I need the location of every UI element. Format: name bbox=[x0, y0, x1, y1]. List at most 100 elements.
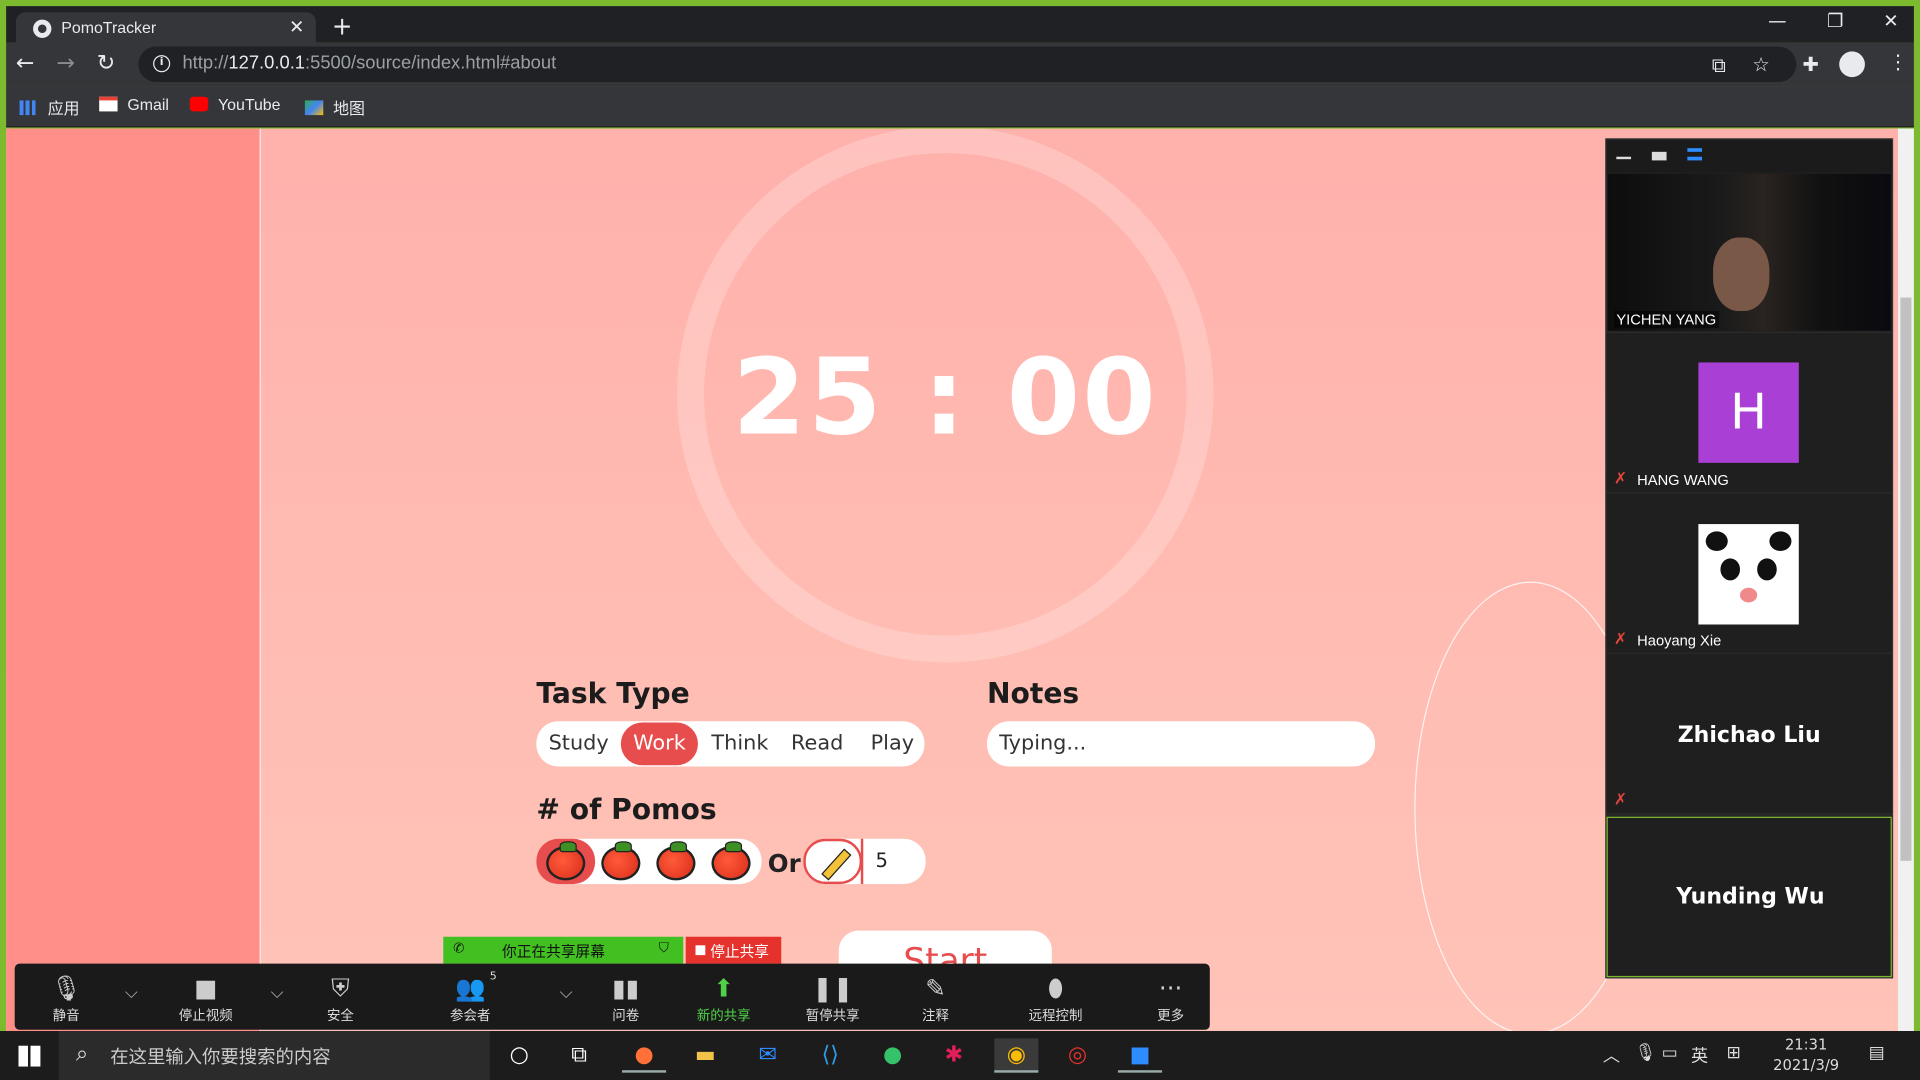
pause-icon: ❚❚ bbox=[812, 973, 854, 1003]
bookmark-star-icon[interactable]: ☆ bbox=[1752, 53, 1770, 76]
minimize-icon[interactable]: — bbox=[1768, 10, 1786, 32]
translate-icon[interactable]: ⧉ bbox=[1712, 54, 1726, 78]
more-button[interactable]: ··· 更多 bbox=[1122, 971, 1220, 1025]
zoom-app-icon[interactable]: ■ bbox=[1117, 1038, 1163, 1073]
mail-icon[interactable]: ✉ bbox=[746, 1038, 790, 1072]
taskbar-search[interactable]: ⌕ 在这里输入你要搜索的内容 bbox=[58, 1031, 490, 1080]
bookmark-label: YouTube bbox=[217, 95, 281, 114]
task-type-think[interactable]: Think bbox=[711, 731, 768, 755]
task-type-work[interactable]: Work bbox=[620, 722, 699, 766]
stop-video-button[interactable]: ■ 停止视频 bbox=[157, 971, 255, 1025]
pencil-icon[interactable] bbox=[803, 838, 863, 885]
chrome-icon[interactable]: ◉ bbox=[994, 1038, 1039, 1073]
windows-start-icon[interactable] bbox=[18, 1045, 41, 1067]
annotate-button[interactable]: ✎ 注释 bbox=[887, 971, 985, 1025]
vscode-icon[interactable]: ⟨⟩ bbox=[808, 1038, 852, 1072]
firefox-icon[interactable]: ● bbox=[622, 1038, 667, 1073]
apps-grid-icon bbox=[19, 100, 38, 116]
participants-button[interactable]: 👥 参会者 bbox=[421, 971, 519, 1025]
task-type-play[interactable]: Play bbox=[871, 731, 914, 755]
task-type-read[interactable]: Read bbox=[791, 731, 843, 755]
participant-tile[interactable]: Zhichao Liu ✗ bbox=[1606, 653, 1892, 815]
new-tab-icon[interactable]: + bbox=[332, 11, 353, 40]
windows-taskbar: ⌕ 在这里输入你要搜索的内容 ○ ⧉ ● ▬ ✉ ⟨⟩ ● ✱ ◉ ◎ ■ ︿ … bbox=[0, 1031, 1920, 1080]
page-scrollbar[interactable] bbox=[1897, 128, 1914, 1032]
profile-avatar-icon[interactable] bbox=[1839, 51, 1865, 78]
back-icon[interactable]: ← bbox=[16, 50, 34, 76]
speaker-view-icon[interactable] bbox=[1651, 151, 1667, 161]
new-share-button[interactable]: ⬆ 新的共享 bbox=[675, 971, 773, 1025]
pause-share-button[interactable]: ❚❚ 暂停共享 bbox=[784, 971, 882, 1025]
notification-center-icon[interactable]: ▤ bbox=[1869, 1043, 1885, 1063]
gallery-view-icon[interactable] bbox=[1687, 148, 1703, 161]
ime-mode-icon[interactable]: ⊞ bbox=[1727, 1043, 1741, 1063]
face-silhouette bbox=[1713, 237, 1770, 312]
polling-button[interactable]: ▮▮ 问卷 bbox=[577, 971, 675, 1025]
task-type-study[interactable]: Study bbox=[549, 731, 609, 755]
bookmark-youtube[interactable]: YouTube bbox=[189, 95, 281, 114]
divider bbox=[860, 838, 864, 885]
scrollbar-thumb[interactable] bbox=[1900, 297, 1912, 861]
bookmark-label: 地图 bbox=[333, 99, 365, 118]
sharing-notice-text: 你正在共享屏幕 bbox=[502, 942, 605, 961]
security-button[interactable]: ⛨ 安全 bbox=[291, 971, 389, 1025]
chevron-down-icon[interactable]: ⌵ bbox=[125, 983, 138, 1003]
task-view-icon[interactable]: ⧉ bbox=[557, 1038, 601, 1072]
bookmark-maps[interactable]: 地图 bbox=[304, 96, 365, 119]
participant-name: Yunding Wu bbox=[1676, 884, 1825, 910]
address-bar[interactable]: i http://127.0.0.1:5500/source/index.htm… bbox=[138, 46, 1797, 83]
stop-share-button[interactable]: 停止共享 bbox=[685, 936, 782, 964]
browser-tab[interactable]: PomoTracker ✕ bbox=[15, 12, 316, 46]
tray-microphone-icon[interactable]: 🎙 bbox=[1635, 1043, 1657, 1063]
bookmark-gmail[interactable]: Gmail bbox=[99, 96, 169, 114]
tab-close-icon[interactable]: ✕ bbox=[289, 16, 304, 38]
window-close-icon[interactable]: ✕ bbox=[1883, 10, 1898, 32]
stop-share-label: 停止共享 bbox=[710, 942, 770, 961]
netease-music-icon[interactable]: ◎ bbox=[1056, 1038, 1100, 1072]
wechat-icon[interactable]: ● bbox=[871, 1038, 915, 1072]
tray-expand-icon[interactable]: ︿ bbox=[1603, 1043, 1620, 1067]
panel-header bbox=[1606, 139, 1892, 173]
notes-placeholder: Typing... bbox=[999, 731, 1087, 756]
network-icon[interactable]: ▭ bbox=[1662, 1043, 1678, 1063]
forward-icon[interactable]: → bbox=[56, 50, 74, 76]
search-placeholder: 在这里输入你要搜索的内容 bbox=[110, 1045, 331, 1068]
tomato-icon[interactable] bbox=[601, 841, 641, 881]
remote-control-button[interactable]: ⬮ 远程控制 bbox=[1007, 971, 1105, 1025]
tomato-icon[interactable] bbox=[711, 841, 751, 881]
chevron-down-icon[interactable]: ⌵ bbox=[560, 983, 573, 1003]
bookmark-apps[interactable]: 应用 bbox=[19, 96, 80, 119]
taskbar-clock[interactable]: 21:31 2021/3/9 bbox=[1763, 1035, 1849, 1077]
maps-icon bbox=[304, 100, 324, 116]
participant-tile[interactable]: YICHEN YANG bbox=[1606, 172, 1892, 334]
shield-icon: ⛨ bbox=[331, 973, 350, 1003]
reload-icon[interactable]: ↻ bbox=[97, 50, 115, 76]
notes-input[interactable]: Typing... bbox=[986, 721, 1376, 767]
minimize-panel-icon[interactable] bbox=[1616, 156, 1632, 160]
tomato-icon[interactable] bbox=[546, 841, 586, 881]
participant-name: HANG WANG bbox=[1637, 471, 1729, 489]
url-text[interactable]: http://127.0.0.1:5500/source/index.html#… bbox=[182, 53, 556, 74]
restore-icon[interactable]: ❐ bbox=[1827, 10, 1843, 32]
task-type-selector: Study Work Think Read Play bbox=[536, 721, 925, 767]
participant-avatar: H bbox=[1698, 362, 1799, 463]
custom-pomos-value[interactable]: 5 bbox=[876, 849, 888, 872]
extensions-icon[interactable]: ✚ bbox=[1802, 53, 1818, 76]
site-info-icon[interactable]: i bbox=[153, 55, 171, 73]
muted-mic-icon: ✗ bbox=[1613, 470, 1628, 489]
left-sidebar bbox=[6, 128, 261, 1032]
mute-button[interactable]: 🎙 静音 bbox=[17, 971, 115, 1025]
poll-icon: ▮▮ bbox=[612, 973, 640, 1003]
slack-icon[interactable]: ✱ bbox=[932, 1038, 976, 1072]
zoom-meeting-toolbar: 🎙 静音 ⌵ ■ 停止视频 ⌵ ⛨ 安全 👥 参会者 ⌵ ▮▮ 问卷 ⬆ 新的共享 ❚❚ 暂停… bbox=[14, 963, 1210, 1030]
participant-tile[interactable]: ✗ Haoyang Xie bbox=[1606, 493, 1892, 654]
menu-kebab-icon[interactable]: ⋮ bbox=[1888, 50, 1908, 73]
participant-tile-active-speaker[interactable]: Yunding Wu bbox=[1606, 816, 1892, 978]
ime-indicator[interactable]: 英 bbox=[1691, 1043, 1708, 1067]
participant-name: YICHEN YANG bbox=[1613, 311, 1719, 329]
participant-tile[interactable]: H ✗ HANG WANG bbox=[1606, 333, 1892, 494]
tomato-icon[interactable] bbox=[656, 841, 696, 881]
file-explorer-icon[interactable]: ▬ bbox=[683, 1038, 727, 1072]
cortana-icon[interactable]: ○ bbox=[497, 1038, 541, 1072]
chevron-down-icon[interactable]: ⌵ bbox=[271, 983, 284, 1003]
